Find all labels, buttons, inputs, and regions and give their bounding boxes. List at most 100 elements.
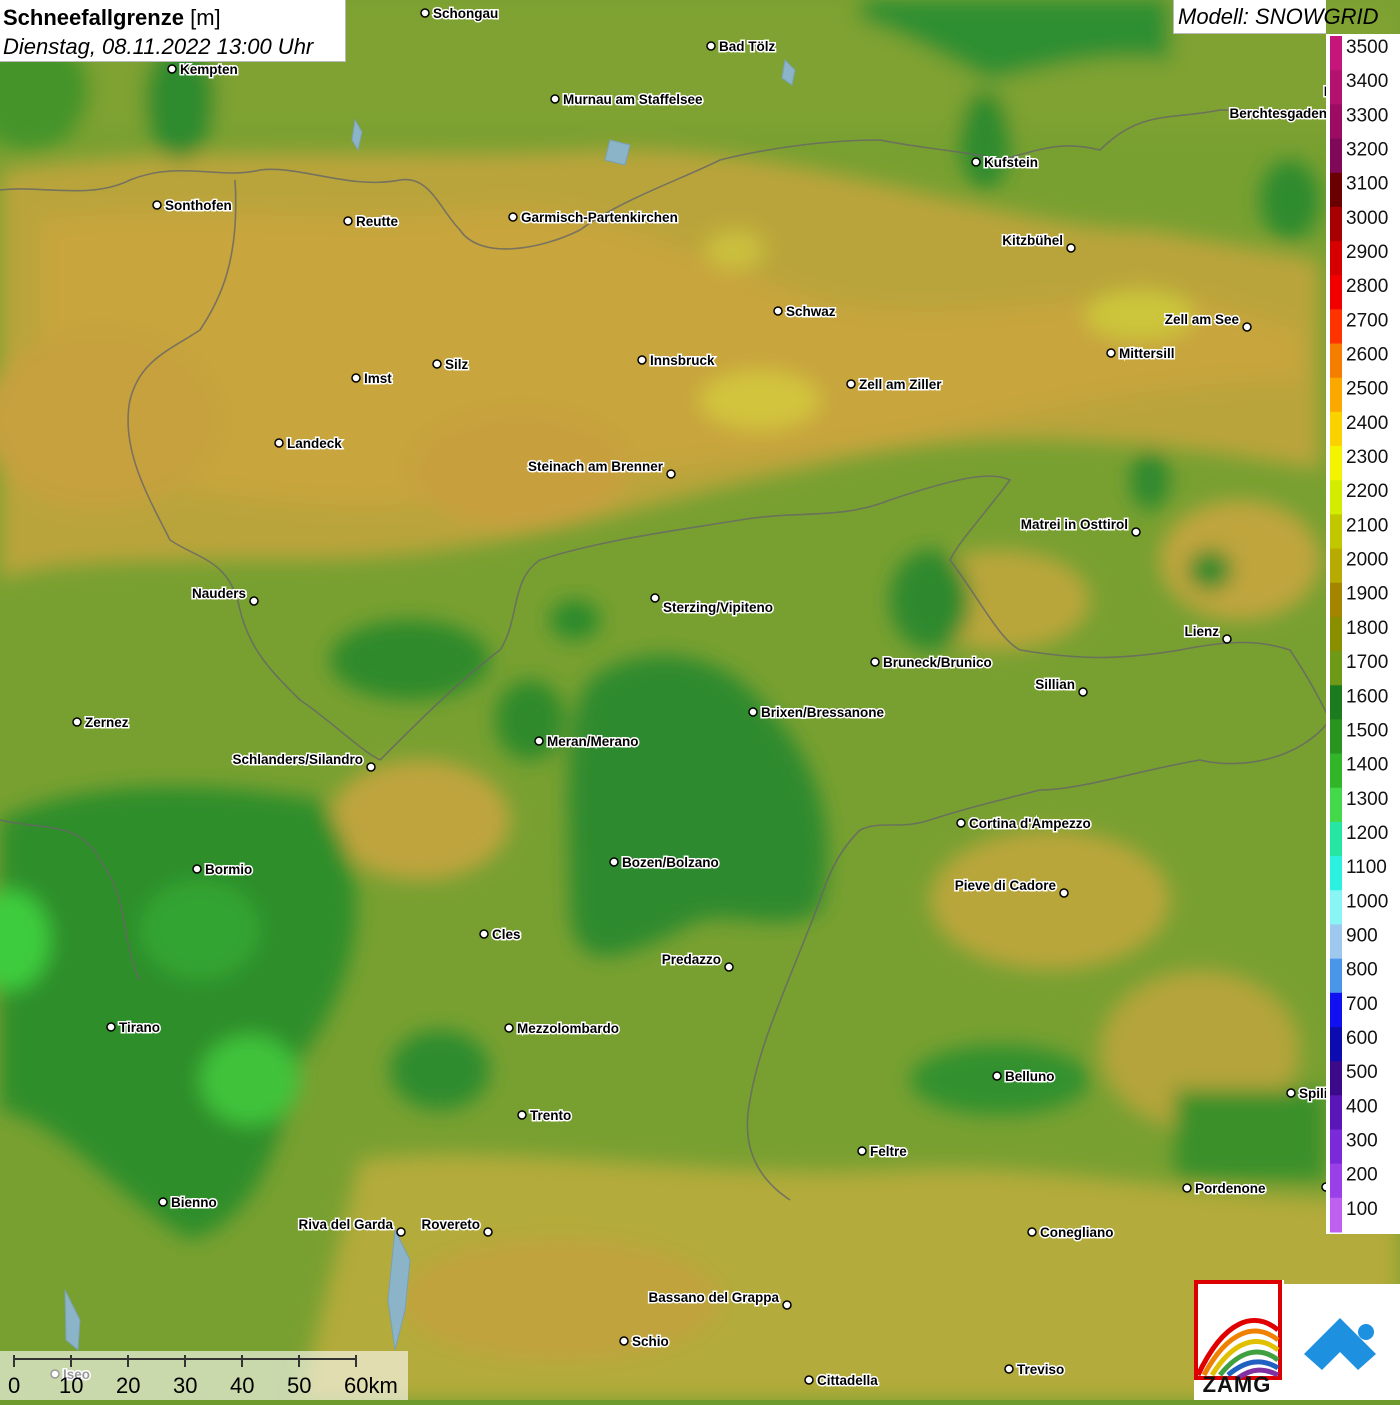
city-dot — [534, 736, 544, 746]
city-dot — [274, 438, 284, 448]
legend-swatch-2700 — [1330, 309, 1342, 345]
legend-label-1500: 1500 — [1346, 720, 1388, 741]
legend-swatch-3000 — [1330, 206, 1342, 242]
city-dot — [1066, 243, 1076, 253]
legend-swatch-100 — [1330, 1197, 1342, 1233]
legend-swatch-1600 — [1330, 685, 1342, 720]
city-label: Bormio — [205, 862, 252, 877]
city-dot — [1059, 888, 1069, 898]
city-dot — [1182, 1183, 1192, 1193]
city-label: Schongau — [433, 6, 498, 21]
city-label: Kempten — [180, 62, 238, 77]
scale-label: 20 — [116, 1373, 141, 1398]
legend-label-1000: 1000 — [1346, 891, 1388, 912]
city-dot — [106, 1022, 116, 1032]
city-pordenone[interactable]: Pordenone — [1182, 1180, 1267, 1198]
legend-label-1900: 1900 — [1346, 584, 1388, 605]
city-label: Bad Tölz — [719, 39, 775, 54]
city-label: Sonthofen — [165, 198, 232, 213]
city-label: Imst — [364, 371, 392, 386]
city-mezzolombardo[interactable]: Mezzolombardo — [504, 1020, 621, 1038]
title-unit: [m] — [190, 5, 221, 30]
city-dot — [420, 8, 430, 18]
city-dot — [249, 596, 259, 606]
city-dot — [432, 359, 442, 369]
legend-swatch-2500 — [1330, 377, 1342, 413]
map-title-box: Schneefallgrenze [m] Dienstag, 08.11.202… — [0, 0, 346, 62]
legend-label-1100: 1100 — [1346, 857, 1387, 878]
city-dot — [706, 41, 716, 51]
map-title: Schneefallgrenze [m] — [3, 3, 345, 32]
legend-label-900: 900 — [1346, 925, 1378, 946]
legend-swatch-900 — [1330, 924, 1342, 960]
city-label: Kitzbühel — [1002, 233, 1063, 248]
city-garmisch-partenkirchen[interactable]: Garmisch-Partenkirchen — [508, 209, 679, 227]
legend-swatch-700 — [1330, 992, 1342, 1028]
city-label: Steinach am Brenner — [528, 459, 664, 474]
city-innsbruck[interactable]: Innsbruck — [637, 352, 717, 370]
geosphere-logo — [1284, 1284, 1400, 1400]
city-label: Sterzing/Vipiteno — [663, 600, 773, 615]
legend-label-100: 100 — [1346, 1199, 1378, 1220]
city-dot — [804, 1375, 814, 1385]
city-dot — [1286, 1088, 1296, 1098]
city-label: Kufstein — [984, 155, 1038, 170]
city-murnau-am-staffelsee[interactable]: Murnau am Staffelsee — [550, 91, 705, 109]
legend-label-300: 300 — [1346, 1130, 1378, 1151]
city-cortina-d-ampezzo[interactable]: Cortina d'Ampezzo — [956, 815, 1092, 833]
city-label: Schwaz — [786, 304, 836, 319]
legend-label-3500: 3500 — [1346, 37, 1388, 58]
city-label: Bozen/Bolzano — [622, 855, 719, 870]
city-label: Schlanders/Silandro — [232, 752, 363, 767]
legend-label-1400: 1400 — [1346, 755, 1388, 776]
legend-swatch-500 — [1330, 1061, 1342, 1096]
city-label: Zell am Ziller — [859, 377, 942, 392]
city-label: Matrei in Osttirol — [1021, 517, 1128, 532]
city-label: Bruneck/Brunico — [883, 655, 992, 670]
color-legend: 3500 3400 3300 3200 3100 3000 2900 2800 2700 2600… — [1326, 34, 1400, 1234]
legend-label-2000: 2000 — [1346, 550, 1388, 571]
city-brixen-bressanone[interactable]: Brixen/Bressanone — [748, 704, 886, 722]
city-meran-merano[interactable]: Meran/Merano — [534, 733, 640, 751]
legend-swatch-200 — [1330, 1163, 1342, 1199]
legend-swatch-2000 — [1330, 548, 1342, 584]
scale-label: 10 — [59, 1373, 84, 1398]
city-dot — [396, 1227, 406, 1237]
city-dot — [971, 157, 981, 167]
legend-label-3100: 3100 — [1346, 174, 1388, 195]
snowfall-line-map[interactable]: Schongau Kempten Bad Tölz Murnau am Staffel… — [0, 0, 1400, 1400]
city-label: Meran/Merano — [547, 734, 639, 749]
city-label: Silz — [445, 357, 469, 372]
city-dot — [846, 379, 856, 389]
city-label: Bienno — [171, 1195, 217, 1210]
city-label: Mittersill — [1119, 346, 1175, 361]
city-label: Cles — [492, 927, 521, 942]
city-schongau[interactable]: Schongau — [420, 5, 500, 23]
city-dot — [1004, 1364, 1014, 1374]
city-dot — [167, 64, 177, 74]
legend-swatch-2600 — [1330, 343, 1342, 379]
city-dot — [619, 1336, 629, 1346]
city-sonthofen[interactable]: Sonthofen — [152, 197, 233, 215]
city-label: Berchtesgaden — [1229, 106, 1327, 121]
legend-swatch-3100 — [1330, 172, 1342, 208]
city-dot — [158, 1197, 168, 1207]
city-bruneck-brunico[interactable]: Bruneck/Brunico — [870, 654, 993, 672]
city-conegliano[interactable]: Conegliano — [1027, 1224, 1115, 1242]
city-label: Pieve di Cadore — [955, 878, 1057, 893]
city-label: Innsbruck — [650, 353, 715, 368]
city-dot — [72, 717, 82, 727]
legend-swatch-300 — [1330, 1129, 1342, 1165]
city-dot — [517, 1110, 527, 1120]
city-bozen-bolzano[interactable]: Bozen/Bolzano — [609, 854, 720, 872]
city-zell-am-ziller[interactable]: Zell am Ziller — [846, 376, 944, 394]
city-label: Bassano del Grappa — [648, 1290, 779, 1305]
city-dot — [857, 1146, 867, 1156]
city-dot — [351, 373, 361, 383]
legend-swatch-1200 — [1330, 821, 1342, 857]
city-dot — [666, 469, 676, 479]
legend-label-200: 200 — [1346, 1165, 1378, 1186]
model-label: Modell: SNOWGRID — [1173, 0, 1378, 34]
map-datetime: Dienstag, 08.11.2022 13:00 Uhr — [3, 34, 314, 59]
city-dot — [343, 216, 353, 226]
